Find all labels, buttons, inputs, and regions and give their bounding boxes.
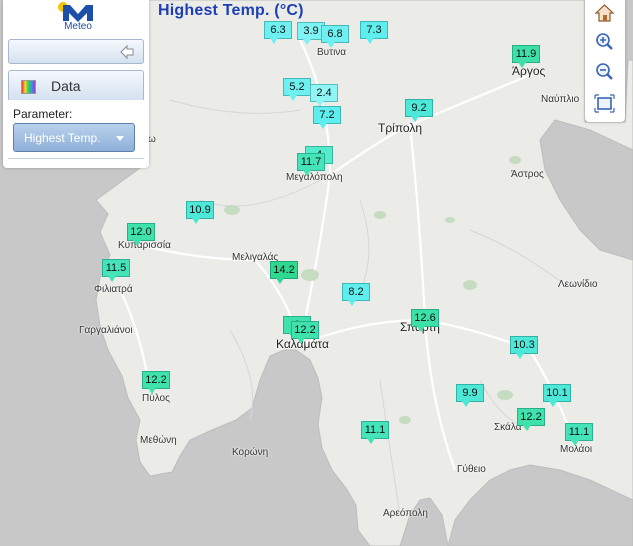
meteo-logo: Meteo: [57, 1, 99, 33]
temperature-marker[interactable]: 12.0: [127, 223, 155, 246]
temperature-marker[interactable]: 12.6: [411, 309, 439, 332]
temperature-marker[interactable]: 7.2: [313, 106, 341, 129]
zoom-in-icon[interactable]: [592, 30, 617, 54]
temperature-marker[interactable]: 10.3: [510, 336, 538, 359]
city-label: Τρίπολη: [378, 121, 423, 135]
city-label: Ναύπλιο: [541, 94, 580, 105]
city-label: Αρεόπολη: [383, 508, 428, 519]
temperature-marker[interactable]: 11.1: [361, 421, 389, 444]
chevron-down-icon: [116, 136, 124, 141]
temperature-marker[interactable]: 7.3: [360, 21, 388, 44]
tab-data-label: Data: [51, 78, 81, 94]
city-label: Πύλος: [142, 393, 170, 404]
logo-text: Meteo: [64, 21, 92, 32]
temperature-marker[interactable]: 11.7: [297, 153, 325, 176]
home-icon[interactable]: [592, 1, 617, 25]
city-label: Κορώνη: [232, 447, 269, 458]
city-label: Βυτινα: [317, 47, 347, 58]
temperature-marker[interactable]: 9.2: [405, 99, 433, 122]
panel-divider: [8, 158, 144, 159]
temperature-marker[interactable]: 10.9: [186, 201, 214, 224]
parameter-select[interactable]: Highest Temp.: [13, 123, 135, 152]
temperature-marker[interactable]: 5.2: [283, 78, 311, 101]
data-palette-icon: [21, 80, 36, 94]
temperature-marker[interactable]: 12.2: [517, 408, 545, 431]
city-label: Μεθώνη: [140, 435, 177, 446]
collapse-panel-button[interactable]: [8, 39, 144, 64]
parameter-label: Parameter:: [13, 107, 73, 121]
temperature-marker[interactable]: 2.4: [310, 84, 338, 107]
city-label: Γαργαλιάνοι: [79, 325, 133, 336]
map-toolbar: [585, 0, 625, 122]
city-label: ω: [148, 134, 156, 145]
temperature-marker[interactable]: 9.9: [456, 384, 484, 407]
city-label: Γύθειο: [457, 464, 486, 475]
city-label: Λεωνίδιο: [558, 279, 598, 290]
temperature-marker[interactable]: 8.2: [342, 283, 370, 306]
temperature-marker[interactable]: 12.2: [142, 371, 170, 394]
control-panel: Meteo Data Parameter: Highest Temp.: [3, 0, 149, 168]
temperature-marker[interactable]: 6.3: [264, 21, 292, 44]
temperature-marker[interactable]: 11.5: [102, 259, 130, 282]
city-label: Κυπαρισσία: [118, 240, 171, 251]
tab-data[interactable]: Data: [8, 70, 144, 100]
zoom-extent-icon[interactable]: [592, 92, 617, 116]
logo-icon: [58, 2, 93, 22]
temperature-marker[interactable]: 14.2: [270, 261, 298, 284]
temperature-marker[interactable]: 10.1: [543, 384, 571, 407]
parameter-value: Highest Temp.: [24, 131, 101, 145]
temperature-marker[interactable]: 6.8: [321, 25, 349, 48]
zoom-out-icon[interactable]: [592, 60, 617, 84]
arrow-left-icon: [120, 44, 134, 60]
city-label: Φιλιατρά: [94, 284, 133, 295]
city-label: Μεγαλόπολη: [286, 172, 343, 183]
map-title: Highest Temp. (°C): [158, 2, 304, 19]
temperature-marker[interactable]: 11.1: [565, 423, 593, 446]
temperature-marker[interactable]: 12.2: [291, 321, 319, 344]
city-label: Άργος: [512, 64, 546, 78]
city-label: Άστρος: [511, 169, 544, 180]
temperature-marker[interactable]: 11.9: [512, 45, 540, 68]
